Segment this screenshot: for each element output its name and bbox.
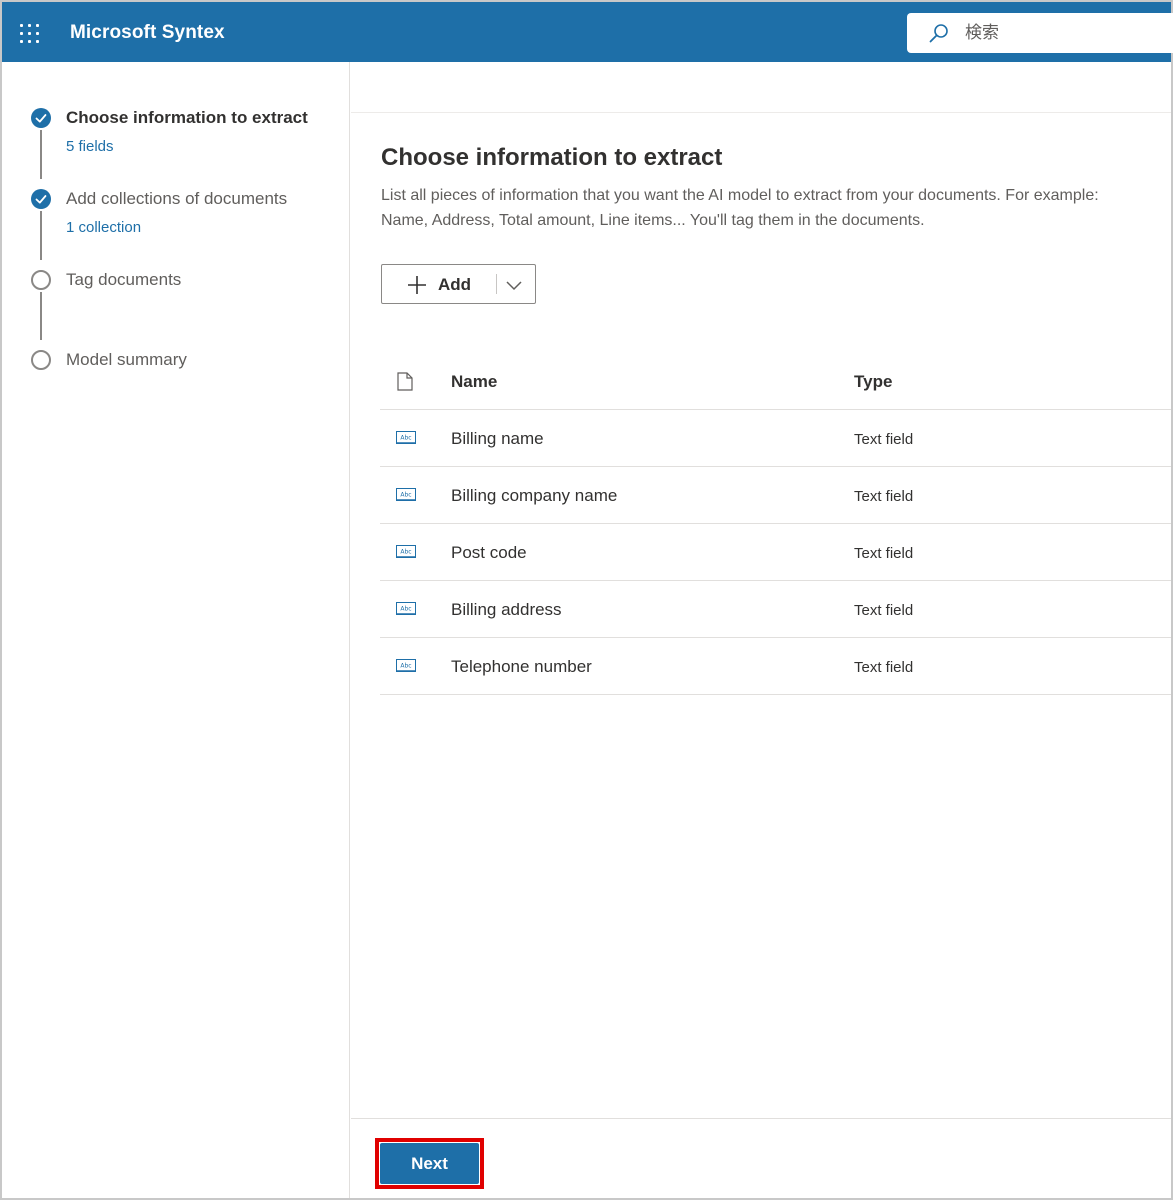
svg-text:Abc: Abc	[400, 663, 411, 670]
page-description: List all pieces of information that you …	[381, 187, 1099, 229]
main-panel: Choose information to extract List all p…	[351, 62, 1171, 1198]
column-header-type[interactable]: Type	[854, 372, 892, 392]
plus-icon	[408, 276, 426, 294]
field-type: Text field	[854, 488, 914, 505]
search-input[interactable]	[965, 21, 1155, 45]
document-icon	[397, 372, 413, 391]
add-button[interactable]: Add	[381, 264, 536, 304]
step-connector	[40, 211, 42, 260]
app-launcher-icon[interactable]	[20, 24, 40, 44]
svg-text:Abc: Abc	[400, 549, 411, 556]
step-choose-information[interactable]: Choose information to extract	[66, 108, 308, 128]
step-model-summary[interactable]: Model summary	[66, 350, 187, 370]
step-connector	[40, 292, 42, 340]
step-collection-count[interactable]: 1 collection	[66, 219, 141, 236]
step-pending-icon	[31, 350, 51, 370]
search-icon	[929, 24, 948, 43]
search-box[interactable]	[907, 13, 1173, 53]
split-divider	[496, 274, 497, 294]
step-connector	[40, 130, 42, 179]
svg-text:Abc: Abc	[400, 492, 411, 499]
text-field-icon: Abc	[396, 659, 416, 672]
step-tag-documents[interactable]: Tag documents	[66, 270, 181, 290]
chevron-down-icon[interactable]	[504, 276, 524, 294]
table-header: Name Type	[380, 352, 1171, 410]
footer-divider	[351, 1118, 1171, 1119]
step-complete-icon	[31, 189, 51, 209]
text-field-icon: Abc	[396, 602, 416, 615]
table-row[interactable]: Abc Telephone number Text field	[380, 638, 1171, 695]
text-field-icon: Abc	[396, 488, 416, 501]
field-name: Post code	[451, 543, 527, 562]
app-title[interactable]: Microsoft Syntex	[70, 22, 225, 44]
fields-table: Name Type Abc Billing name Text field Ab…	[380, 352, 1171, 695]
field-name: Billing address	[451, 600, 562, 619]
page-title: Choose information to extract	[381, 144, 723, 171]
step-add-collections[interactable]: Add collections of documents	[66, 189, 287, 209]
field-name: Billing company name	[451, 486, 618, 505]
table-row[interactable]: Abc Billing company name Text field	[380, 467, 1171, 524]
next-button[interactable]: Next	[380, 1143, 479, 1184]
header-divider	[351, 112, 1171, 113]
field-type: Text field	[854, 545, 914, 562]
field-type: Text field	[854, 659, 914, 676]
step-fields-count[interactable]: 5 fields	[66, 138, 114, 155]
text-field-icon: Abc	[396, 431, 416, 444]
column-header-name[interactable]: Name	[451, 372, 497, 392]
field-name: Billing name	[451, 429, 544, 448]
field-type: Text field	[854, 602, 914, 619]
step-pending-icon	[31, 270, 51, 290]
table-row[interactable]: Abc Billing name Text field	[380, 410, 1171, 467]
step-complete-icon	[31, 108, 51, 128]
table-row[interactable]: Abc Billing address Text field	[380, 581, 1171, 638]
table-row[interactable]: Abc Post code Text field	[380, 524, 1171, 581]
wizard-steps: Choose information to extract 5 fields A…	[2, 62, 350, 1198]
top-bar: Microsoft Syntex	[2, 2, 1173, 62]
field-name: Telephone number	[451, 657, 592, 676]
text-field-icon: Abc	[396, 545, 416, 558]
add-button-label: Add	[438, 275, 472, 294]
svg-text:Abc: Abc	[400, 435, 411, 442]
svg-text:Abc: Abc	[400, 606, 411, 613]
field-type: Text field	[854, 431, 914, 448]
